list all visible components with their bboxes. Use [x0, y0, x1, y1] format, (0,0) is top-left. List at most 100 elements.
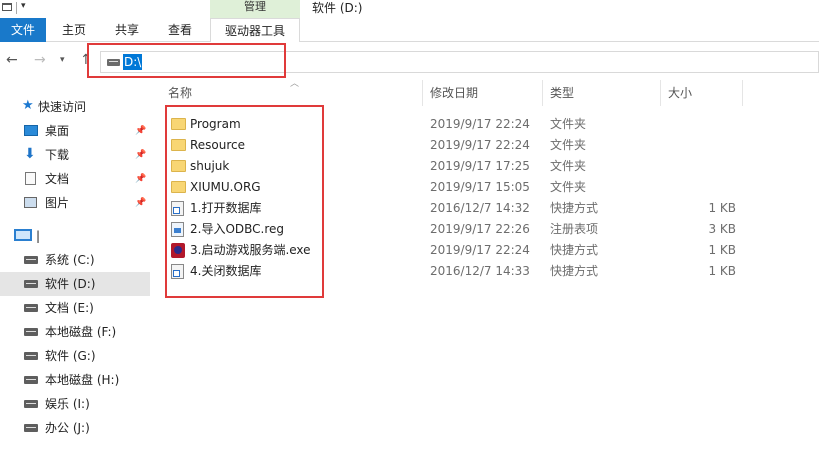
forward-arrow-icon[interactable]: → — [34, 52, 46, 68]
file-row[interactable]: Resource 2019/9/17 22:24 文件夹 — [150, 135, 819, 156]
file-row[interactable]: 3.启动游戏服务端.exe 2019/9/17 22:24 快捷方式 1 KB — [150, 240, 819, 261]
column-header-type[interactable]: 类型 — [550, 80, 574, 106]
file-date: 2019/9/17 22:24 — [430, 138, 530, 152]
tab-home[interactable]: 主页 — [50, 18, 98, 42]
tab-file[interactable]: 文件 — [0, 18, 46, 42]
pin-icon[interactable]: 📌 — [135, 167, 146, 191]
pictures-icon — [24, 197, 37, 208]
column-header-date[interactable]: 修改日期 — [430, 80, 478, 106]
file-date: 2019/9/17 22:26 — [430, 222, 530, 236]
file-date: 2019/9/17 15:05 — [430, 180, 530, 194]
nav-label: 图片 — [45, 196, 70, 210]
column-divider[interactable] — [542, 80, 543, 106]
drive-icon — [24, 352, 38, 360]
nav-label: 软件 (G:) — [45, 349, 96, 363]
tab-drive-tools[interactable]: 驱动器工具 — [210, 18, 300, 42]
folder-icon — [171, 181, 186, 193]
nav-drive-e[interactable]: 文档 (E:) — [0, 296, 150, 320]
file-size: 1 KB — [708, 201, 736, 215]
nav-item-downloads[interactable]: ⬇ 下载 📌 — [0, 143, 150, 167]
file-name: 2.导入ODBC.reg — [190, 222, 285, 236]
nav-drive-j[interactable]: 办公 (J:) — [0, 416, 150, 440]
quick-access-properties-icon[interactable] — [2, 3, 12, 11]
nav-drive-d[interactable]: 软件 (D:) — [0, 272, 150, 296]
nav-drive-c[interactable]: 系统 (C:) — [0, 248, 150, 272]
tab-share[interactable]: 共享 — [104, 18, 150, 42]
file-name: Resource — [190, 138, 246, 152]
nav-label: 本地磁盘 (F:) — [45, 325, 117, 339]
nav-label: 下载 — [45, 148, 70, 162]
up-arrow-icon[interactable]: ↑ — [80, 52, 92, 68]
nav-item-documents[interactable]: 文档 📌 — [0, 167, 150, 191]
file-date: 2016/12/7 14:32 — [430, 201, 530, 215]
file-explorer-window: ▾ 管理 软件 (D:) 文件 主页 共享 查看 驱动器工具 ← → ▾ ↑ D… — [0, 0, 819, 455]
folder-icon — [171, 118, 186, 130]
nav-label: 软件 (D:) — [45, 277, 96, 291]
drive-icon — [24, 280, 38, 288]
file-row[interactable]: 4.关闭数据库 2016/12/7 14:33 快捷方式 1 KB — [150, 261, 819, 282]
file-row[interactable]: XIUMU.ORG 2019/9/17 15:05 文件夹 — [150, 177, 819, 198]
pin-icon[interactable]: 📌 — [135, 119, 146, 143]
title-bar: ▾ 管理 软件 (D:) — [0, 0, 819, 18]
file-name: shujuk — [190, 159, 230, 173]
file-size: 1 KB — [708, 243, 736, 257]
pin-icon[interactable]: 📌 — [135, 191, 146, 215]
shortcut-icon — [171, 264, 184, 279]
drive-icon — [24, 424, 38, 432]
file-date: 2019/9/17 22:24 — [430, 243, 530, 257]
address-path[interactable]: D:\ — [123, 54, 143, 70]
nav-drive-i[interactable]: 娱乐 (I:) — [0, 392, 150, 416]
column-divider[interactable] — [422, 80, 423, 106]
toolbar-divider — [16, 2, 17, 14]
nav-label: 办公 (J:) — [45, 421, 90, 435]
nav-item-desktop[interactable]: 桌面 📌 — [0, 119, 150, 143]
file-name: 3.启动游戏服务端.exe — [190, 243, 311, 257]
nav-label: | — [36, 229, 41, 243]
file-name: 1.打开数据库 — [190, 201, 262, 215]
column-header-size[interactable]: 大小 — [668, 80, 692, 106]
file-row[interactable]: 1.打开数据库 2016/12/7 14:32 快捷方式 1 KB — [150, 198, 819, 219]
recent-locations-chevron-icon[interactable]: ▾ — [60, 55, 65, 65]
file-type: 快捷方式 — [550, 243, 599, 257]
file-name: XIUMU.ORG — [190, 180, 261, 194]
nav-quick-access[interactable]: ★ 快速访问 — [0, 95, 150, 119]
navigation-pane: ★ 快速访问 桌面 📌 ⬇ 下载 📌 文档 📌 图片 📌 | 系统 (C:) 软… — [0, 80, 150, 455]
nav-drive-g[interactable]: 软件 (G:) — [0, 344, 150, 368]
drive-icon — [24, 304, 38, 312]
file-date: 2016/12/7 14:33 — [430, 264, 530, 278]
drive-icon — [24, 328, 38, 336]
file-name: 4.关闭数据库 — [190, 264, 262, 278]
tab-view[interactable]: 查看 — [156, 18, 204, 42]
nav-label: 娱乐 (I:) — [45, 397, 90, 411]
folder-icon — [171, 139, 186, 151]
computer-icon — [14, 229, 32, 241]
star-icon: ★ — [22, 98, 34, 113]
drive-icon — [24, 400, 38, 408]
drive-icon — [24, 256, 38, 264]
pin-icon[interactable]: 📌 — [135, 143, 146, 167]
nav-label: 文档 — [45, 172, 70, 186]
file-row[interactable]: 2.导入ODBC.reg 2019/9/17 22:26 注册表项 3 KB — [150, 219, 819, 240]
column-header-name[interactable]: 名称 — [168, 80, 192, 106]
file-date: 2019/9/17 17:25 — [430, 159, 530, 173]
file-type: 快捷方式 — [550, 264, 599, 278]
column-divider[interactable] — [660, 80, 661, 106]
drive-icon — [24, 376, 38, 384]
column-divider[interactable] — [742, 80, 743, 106]
nav-label: 文档 (E:) — [45, 301, 94, 315]
file-row[interactable]: shujuk 2019/9/17 17:25 文件夹 — [150, 156, 819, 177]
file-type: 文件夹 — [550, 180, 587, 194]
nav-drive-h[interactable]: 本地磁盘 (H:) — [0, 368, 150, 392]
nav-label: 系统 (C:) — [45, 253, 95, 267]
address-bar[interactable]: D:\ — [100, 51, 819, 73]
nav-this-pc[interactable]: | — [0, 224, 150, 248]
nav-item-pictures[interactable]: 图片 📌 — [0, 191, 150, 215]
file-row[interactable]: Program 2019/9/17 22:24 文件夹 — [150, 114, 819, 135]
ribbon-tabs: 文件 主页 共享 查看 驱动器工具 — [0, 18, 819, 42]
nav-drive-f[interactable]: 本地磁盘 (F:) — [0, 320, 150, 344]
shortcut-icon — [171, 201, 184, 216]
back-arrow-icon[interactable]: ← — [6, 52, 18, 68]
file-type: 文件夹 — [550, 117, 587, 131]
file-list: ︿ 名称 修改日期 类型 大小 Program 2019/9/17 22:24 … — [150, 80, 819, 455]
quick-access-dropdown-icon[interactable]: ▾ — [21, 1, 26, 11]
